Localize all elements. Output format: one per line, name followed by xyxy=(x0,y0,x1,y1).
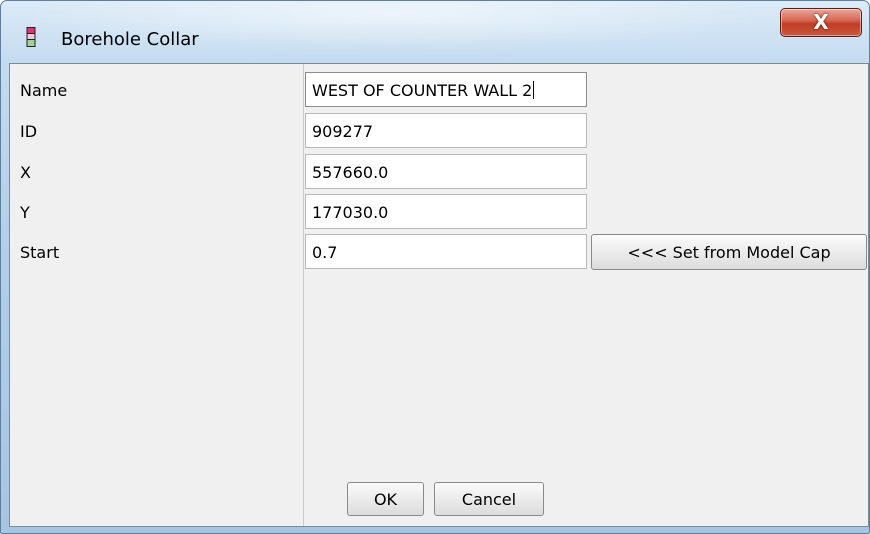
ok-button[interactable]: OK xyxy=(347,482,424,516)
start-label: Start xyxy=(20,243,60,262)
close-icon: X xyxy=(813,10,829,34)
name-label: Name xyxy=(20,81,68,100)
borehole-icon xyxy=(26,27,36,47)
x-field[interactable]: 557660.0 xyxy=(305,154,587,189)
title-bar[interactable]: Borehole Collar X xyxy=(1,1,869,63)
cancel-button[interactable]: Cancel xyxy=(434,482,544,516)
start-field[interactable]: 0.7 xyxy=(305,234,587,269)
window-title: Borehole Collar xyxy=(61,29,199,50)
id-label: ID xyxy=(20,122,38,141)
y-field[interactable]: 177030.0 xyxy=(305,194,587,229)
x-label: X xyxy=(20,163,31,182)
name-field[interactable]: WEST OF COUNTER WALL 2 xyxy=(305,72,587,107)
text-caret xyxy=(533,81,535,99)
set-from-model-cap-button[interactable]: <<< Set from Model Cap xyxy=(591,234,867,270)
close-button[interactable]: X xyxy=(780,8,862,37)
column-divider xyxy=(303,64,304,526)
name-field-value: WEST OF COUNTER WALL 2 xyxy=(312,81,533,100)
id-field[interactable]: 909277 xyxy=(305,113,587,148)
dialog-window: Borehole Collar X Name WEST OF COUNTER W… xyxy=(0,0,870,534)
dialog-content: Name WEST OF COUNTER WALL 2 ID 909277 X … xyxy=(9,63,869,527)
y-label: Y xyxy=(20,203,30,222)
